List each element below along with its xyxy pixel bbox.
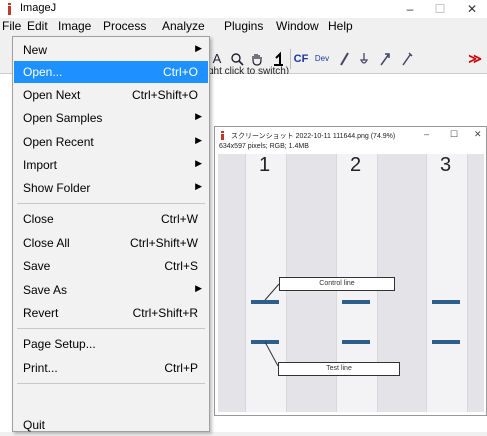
menu-separator — [17, 328, 205, 329]
maximize-button[interactable]: ☐ — [425, 0, 455, 18]
spray-tool-icon[interactable] — [397, 49, 417, 69]
image-window[interactable]: スクリーンショット 2022-10-11 111644.png (74.9%) … — [214, 126, 487, 416]
menu-item-open-recent[interactable]: Open Recent ▶ — [14, 131, 208, 153]
menu-separator — [17, 383, 205, 384]
menu-edit[interactable]: Edit — [27, 19, 48, 33]
close-button[interactable]: ✕ — [457, 0, 487, 18]
menu-item-close[interactable]: Close Ctrl+W — [14, 208, 208, 230]
menu-file[interactable]: File — [2, 19, 21, 33]
menu-help[interactable]: Help — [328, 19, 353, 33]
menu-analyze[interactable]: Analyze — [162, 19, 205, 33]
file-menu-dropdown: New ▶ Open... Ctrl+O Open Next Ctrl+Shift+O… — [12, 36, 210, 432]
menu-item-import[interactable]: Import ▶ — [14, 154, 208, 176]
more-tools-icon[interactable]: ≫ — [465, 49, 485, 69]
image-info: 634x597 pixels; RGB; 1.4MB — [219, 143, 309, 150]
image-window-title: スクリーンショット 2022-10-11 111644.png (74.9%) — [231, 133, 396, 140]
window-title: ImageJ — [20, 2, 57, 14]
menu-item-save[interactable]: Save Ctrl+S — [14, 255, 208, 277]
menu-image[interactable]: Image — [58, 19, 91, 33]
menu-separator — [17, 203, 205, 204]
dev-tool-icon[interactable]: Dev — [312, 49, 332, 69]
menu-item-open[interactable]: Open... Ctrl+O — [14, 61, 208, 83]
minimize-button[interactable]: – — [395, 0, 425, 18]
image-canvas[interactable]: 1 2 3 Control line Test line — [218, 154, 484, 412]
menu-item-print[interactable]: Print... Ctrl+P — [14, 357, 208, 379]
menu-item-show-folder[interactable]: Show Folder ▶ — [14, 177, 208, 199]
submenu-arrow-icon: ▶ — [195, 135, 202, 145]
menu-item-revert[interactable]: Revert Ctrl+Shift+R — [14, 302, 208, 324]
submenu-arrow-icon: ▶ — [195, 158, 202, 168]
cf-tool-icon[interactable]: CF — [290, 49, 311, 69]
image-window-icon — [221, 131, 224, 140]
submenu-arrow-icon: ▶ — [195, 181, 202, 191]
submenu-arrow-icon: ▶ — [195, 43, 202, 53]
callout-leader-lines — [264, 283, 280, 367]
image-close-button[interactable]: ✕ — [474, 129, 482, 140]
menu-item-open-samples[interactable]: Open Samples ▶ — [14, 107, 208, 129]
menu-item-open-next[interactable]: Open Next Ctrl+Shift+O — [14, 84, 208, 106]
menu-window[interactable]: Window — [276, 19, 319, 33]
image-maximize-button[interactable]: ☐ — [450, 129, 458, 140]
menu-item-close-all[interactable]: Close All Ctrl+Shift+W — [14, 232, 208, 254]
menu-bar: File Edit Image Process Analyze Plugins … — [0, 18, 487, 35]
menu-item-quit[interactable]: Quit — [14, 414, 208, 436]
arrow-tool-icon[interactable] — [375, 49, 395, 69]
menu-item-new[interactable]: New ▶ — [14, 39, 208, 61]
brush-tool-icon[interactable] — [354, 49, 374, 69]
pencil-tool-icon[interactable] — [334, 49, 354, 69]
menu-plugins[interactable]: Plugins — [224, 19, 263, 33]
submenu-arrow-icon: ▶ — [195, 111, 202, 121]
menu-item-save-as[interactable]: Save As ▶ — [14, 279, 208, 301]
submenu-arrow-icon: ▶ — [195, 283, 202, 293]
menu-process[interactable]: Process — [103, 19, 146, 33]
image-minimize-button[interactable]: – — [424, 129, 429, 139]
title-bar: ImageJ – ☐ ✕ — [0, 0, 487, 18]
menu-item-page-setup[interactable]: Page Setup... — [14, 333, 208, 355]
imagej-logo-icon — [8, 3, 11, 15]
